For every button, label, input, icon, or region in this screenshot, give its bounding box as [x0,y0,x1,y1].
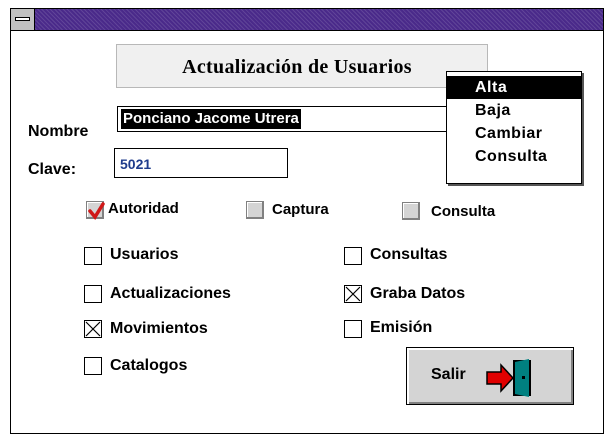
checkbox-captura[interactable] [246,201,264,219]
checkbox-consultas[interactable] [344,247,362,265]
page-title: Actualización de Usuarios [182,56,412,78]
clave-field[interactable]: 5021 [114,148,288,178]
door-exit-icon [486,359,531,397]
salir-button[interactable]: Salir [406,347,574,405]
menu-item-consulta[interactable]: Consulta [447,145,581,168]
menu-item-alta[interactable]: Alta [447,76,581,99]
nombre-field[interactable]: Ponciano Jacome Utrera [117,106,457,132]
captura-label: Captura [272,201,329,218]
red-check-icon [88,202,105,220]
consulta-label: Consulta [431,203,496,220]
cross-mark-icon [345,286,361,302]
emision-label: Emisión [370,319,433,336]
checkbox-actualizaciones[interactable] [84,285,102,303]
menu-item-baja[interactable]: Baja [447,99,581,122]
system-menu-icon[interactable] [11,9,35,30]
checkbox-graba-datos[interactable] [344,285,362,303]
autoridad-label: Autoridad [108,200,179,217]
checkbox-movimientos[interactable] [84,320,102,338]
heading-panel: Actualización de Usuarios [116,44,488,88]
clave-label: Clave: [28,161,77,178]
usuarios-label: Usuarios [110,246,179,263]
salir-button-label: Salir [431,366,466,383]
movimientos-label: Movimientos [110,320,208,337]
action-menu: Alta Baja Cambiar Consulta [446,71,582,184]
cross-mark-icon [85,321,101,337]
menu-item-cambiar[interactable]: Cambiar [447,122,581,145]
consultas-label: Consultas [370,246,448,263]
checkbox-consulta[interactable] [402,202,420,220]
nombre-value: Ponciano Jacome Utrera [121,109,301,129]
system-menu-bar [15,17,30,21]
checkbox-catalogos[interactable] [84,357,102,375]
graba-datos-label: Graba Datos [370,285,466,302]
actualizaciones-label: Actualizaciones [110,285,231,302]
catalogos-label: Catalogos [110,357,188,374]
checkbox-usuarios[interactable] [84,247,102,265]
title-bar[interactable] [11,9,603,31]
checkbox-autoridad[interactable] [86,201,105,220]
checkbox-emision[interactable] [344,320,362,338]
nombre-label: Nombre [28,123,89,140]
